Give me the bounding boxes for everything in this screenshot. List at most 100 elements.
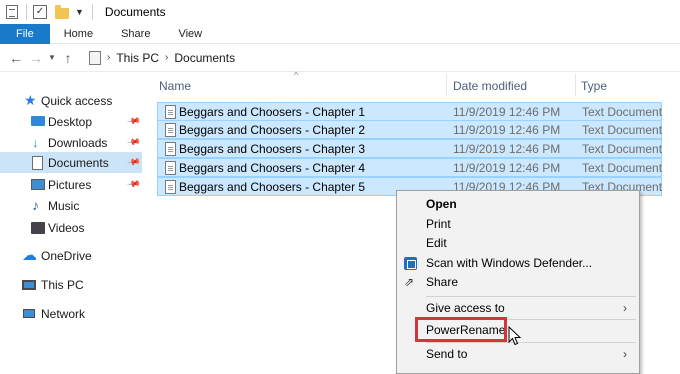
file-type: Text Document (582, 161, 663, 175)
file-date: 11/9/2019 12:46 PM (453, 123, 561, 137)
window-title: Documents (104, 5, 166, 19)
tab-view[interactable]: View (164, 24, 216, 44)
sidebar-item-desktop[interactable]: Desktop 📌 (0, 111, 142, 132)
file-row[interactable]: Beggars and Choosers - Chapter 2 11/9/20… (157, 120, 662, 139)
navigation-pane: ★ Quick access Desktop 📌 ↓ Downloads 📌 D… (0, 72, 145, 374)
file-date: 11/9/2019 12:46 PM (453, 105, 561, 119)
menu-item-edit[interactable]: Edit (397, 234, 639, 253)
customize-dropdown-icon[interactable]: ▼ (75, 7, 84, 17)
properties-icon[interactable] (6, 5, 18, 19)
text-file-icon (165, 142, 176, 156)
menu-item-send-to[interactable]: Send to › (397, 345, 639, 364)
sidebar-item-label: Network (41, 306, 86, 321)
tab-share[interactable]: Share (107, 24, 164, 44)
sidebar-item-label: Videos (48, 220, 85, 235)
text-file-icon (165, 161, 176, 175)
recent-locations-icon[interactable]: ▼ (46, 53, 58, 62)
file-type: Text Document (582, 142, 663, 156)
sidebar-item-network[interactable]: Network (0, 303, 142, 324)
pin-icon: 📌 (126, 176, 142, 192)
sidebar-item-label: Pictures (48, 177, 92, 192)
breadcrumb-this-pc[interactable]: This PC (116, 51, 159, 65)
submenu-arrow-icon: › (623, 301, 627, 315)
sidebar-item-quick-access[interactable]: ★ Quick access (0, 90, 142, 111)
file-date: 11/9/2019 12:46 PM (453, 161, 561, 175)
sidebar-item-documents[interactable]: Documents 📌 (0, 152, 142, 173)
column-header-name[interactable]: Name (159, 72, 191, 100)
forward-arrow-icon[interactable]: → (26, 50, 46, 66)
chevron-right-icon[interactable]: › (107, 52, 110, 63)
file-type: Text Document (582, 105, 663, 119)
up-arrow-icon[interactable]: ↑ (58, 50, 78, 66)
menu-separator (426, 296, 636, 297)
context-menu: Open Print Edit Scan with Windows Defend… (396, 190, 640, 374)
star-icon: ★ (24, 92, 37, 108)
file-name: Beggars and Choosers - Chapter 5 (179, 180, 366, 194)
toolbar-divider (91, 4, 93, 20)
file-date: 11/9/2019 12:46 PM (453, 142, 561, 156)
music-icon: ♪ (32, 197, 39, 213)
sidebar-item-downloads[interactable]: ↓ Downloads 📌 (0, 132, 142, 153)
menu-item-open[interactable]: Open (397, 195, 639, 214)
share-icon: ⇗ (404, 275, 415, 289)
menu-item-label: Edit (426, 236, 447, 250)
file-name: Beggars and Choosers - Chapter 2 (179, 123, 366, 137)
sidebar-item-music[interactable]: ♪ Music (0, 195, 142, 216)
pictures-icon (31, 179, 45, 190)
sidebar-item-label: Documents (48, 155, 109, 170)
menu-item-print[interactable]: Print (397, 215, 639, 234)
file-name: Beggars and Choosers - Chapter 3 (179, 142, 366, 156)
menu-item-label: Give access to (426, 301, 505, 315)
documents-icon (32, 155, 43, 170)
file-name: Beggars and Choosers - Chapter 4 (179, 161, 366, 175)
ribbon-tabs: File Home Share View (0, 24, 680, 44)
computer-icon (22, 279, 36, 290)
file-row[interactable]: Beggars and Choosers - Chapter 3 11/9/20… (157, 139, 662, 158)
pin-icon: 📌 (126, 113, 142, 129)
sidebar-item-onedrive[interactable]: ☁ OneDrive (0, 245, 142, 266)
menu-item-label: Scan with Windows Defender... (426, 256, 593, 270)
text-file-icon (165, 123, 176, 137)
sidebar-item-label: Music (48, 198, 80, 213)
menu-item-label: Send to (426, 347, 468, 361)
menu-item-scan-defender[interactable]: Scan with Windows Defender... (397, 254, 639, 273)
new-folder-icon[interactable] (55, 4, 69, 19)
file-name: Beggars and Choosers - Chapter 1 (179, 105, 366, 119)
submenu-arrow-icon: › (623, 347, 627, 361)
address-bar[interactable]: › This PC › Documents (86, 46, 680, 69)
tab-home[interactable]: Home (50, 24, 107, 44)
back-arrow-icon[interactable]: ← (6, 50, 26, 66)
pin-icon: 📌 (126, 134, 142, 150)
sidebar-item-label: Quick access (41, 93, 113, 108)
sidebar-item-this-pc[interactable]: This PC (0, 274, 142, 295)
location-icon (89, 50, 101, 65)
menu-item-label: Open (426, 197, 457, 211)
sidebar-item-videos[interactable]: Videos (0, 217, 142, 238)
cloud-icon: ☁ (22, 247, 37, 264)
text-file-icon (165, 105, 176, 119)
menu-item-label: Share (426, 275, 459, 289)
title-bar: ✓ ▼ Documents (0, 0, 680, 24)
menu-item-give-access[interactable]: Give access to › (397, 299, 639, 318)
sidebar-item-pictures[interactable]: Pictures 📌 (0, 174, 142, 195)
breadcrumb-documents[interactable]: Documents (174, 51, 235, 65)
file-row[interactable]: Beggars and Choosers - Chapter 1 11/9/20… (157, 102, 662, 121)
downloads-icon: ↓ (32, 135, 39, 150)
column-divider[interactable] (575, 74, 576, 96)
column-divider[interactable] (446, 74, 447, 96)
sidebar-item-label: Desktop (48, 114, 93, 129)
sidebar-item-label: Downloads (48, 135, 108, 150)
sidebar-item-label: This PC (41, 277, 84, 292)
file-row[interactable]: Beggars and Choosers - Chapter 4 11/9/20… (157, 158, 662, 177)
checkmark-icon[interactable]: ✓ (33, 5, 47, 19)
menu-item-label: Print (426, 217, 451, 231)
menu-item-share[interactable]: ⇗ Share (397, 273, 639, 292)
column-header-type[interactable]: Type (581, 72, 607, 100)
chevron-right-icon[interactable]: › (165, 52, 168, 63)
column-header-date[interactable]: Date modified (453, 72, 527, 100)
file-type: Text Document (582, 123, 663, 137)
toolbar-divider (26, 4, 27, 20)
sort-ascending-icon: ^ (294, 70, 299, 80)
tab-file[interactable]: File (0, 24, 50, 44)
address-bar-row: ← → ▼ ↑ › This PC › Documents (0, 44, 680, 72)
